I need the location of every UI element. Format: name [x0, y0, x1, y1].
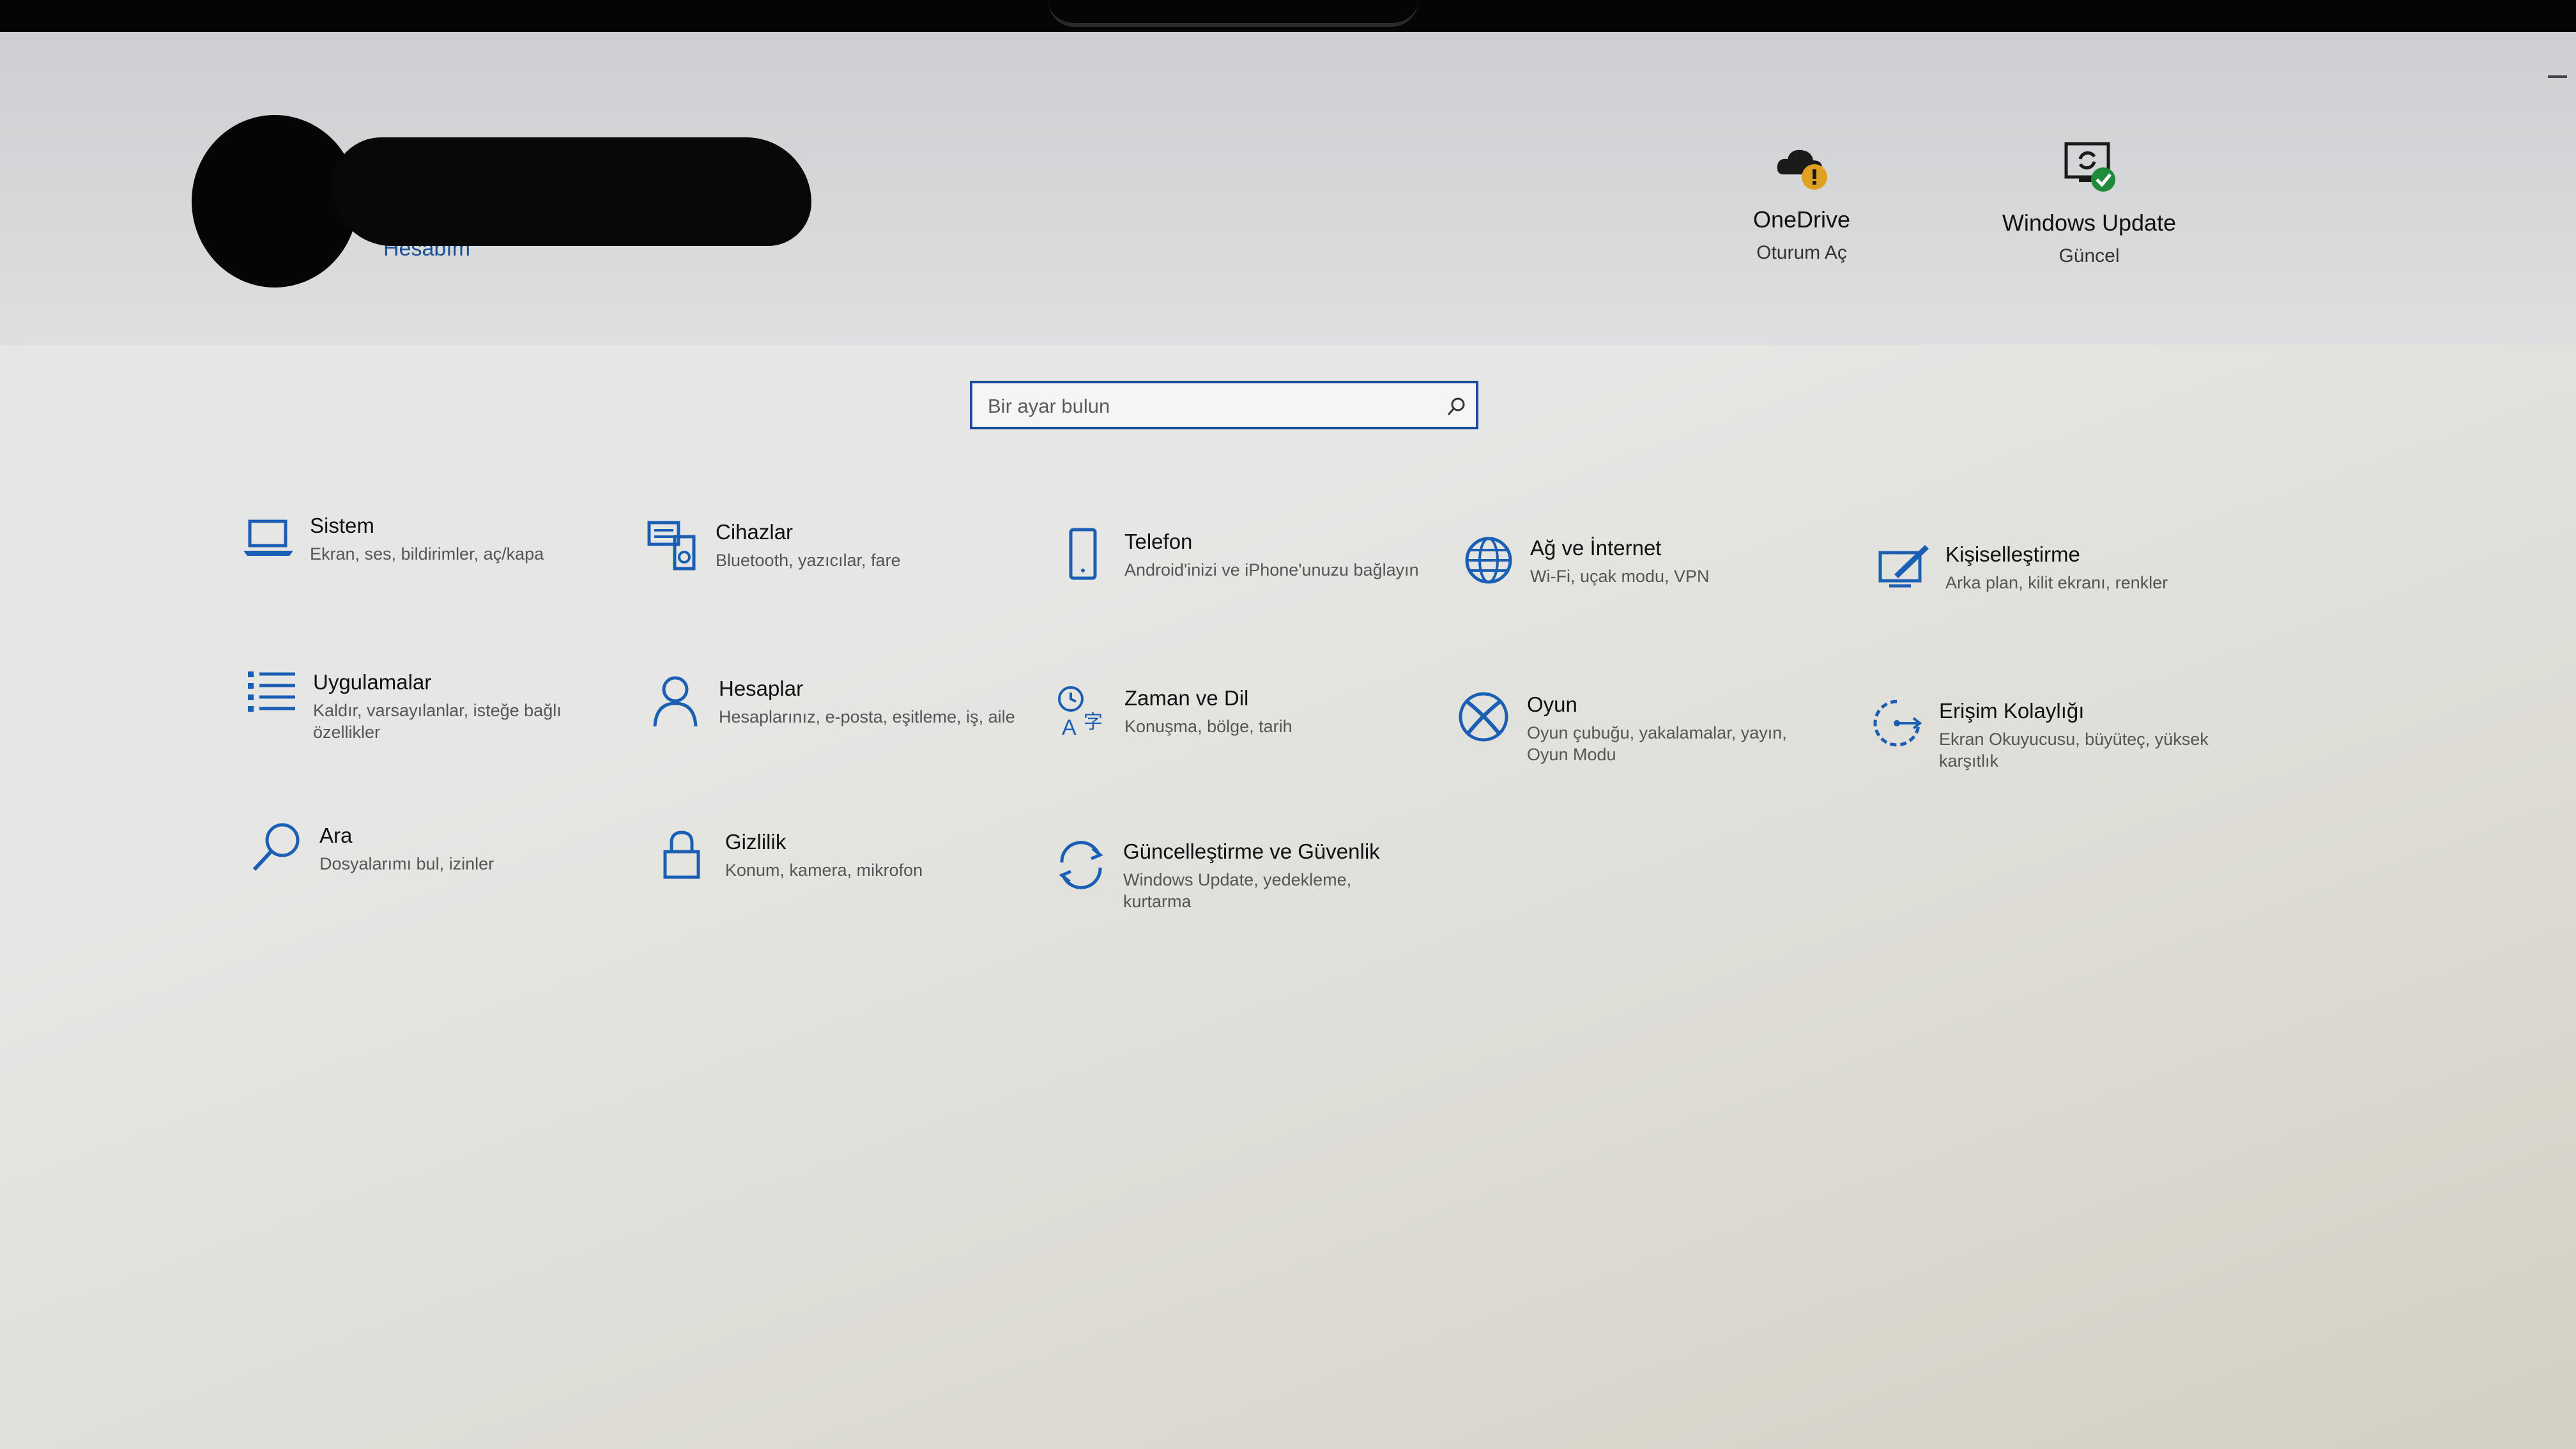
tile-description: Hesaplarınız, e-posta, eşitleme, iş, ail… — [719, 707, 1015, 726]
tile-title: Telefon — [1124, 530, 1193, 553]
tile-system[interactable]: Sistem Ekran, ses, bildirimler, aç/kapa — [240, 511, 623, 565]
tile-description: Arka plan, kilit ekranı, renkler — [1945, 573, 2168, 592]
windows-update-check-icon — [2064, 142, 2115, 192]
tile-description: Android'inizi ve iPhone'unuzu bağlayın — [1124, 560, 1419, 579]
tile-phone[interactable]: Telefon Android'inizi ve iPhone'unuzu ba… — [1054, 527, 1438, 585]
tile-description: Oyun çubuğu, yakalamalar, yayın, Oyun Mo… — [1527, 723, 1787, 764]
tile-description: Konuşma, bölge, tarih — [1124, 717, 1292, 736]
laptop-icon — [243, 519, 293, 556]
svg-text:字: 字 — [1084, 711, 1103, 733]
monitor-bezel — [0, 0, 2576, 32]
tile-description: Ekran Okuyucusu, büyüteç, yüksek karşıtl… — [1939, 730, 2209, 770]
webcam-housing — [1048, 0, 1418, 27]
personalization-icon — [1878, 545, 1929, 588]
minimize-button[interactable] — [2548, 75, 2567, 78]
windows-update-title: Windows Update — [2002, 210, 2177, 236]
tile-title: Uygulamalar — [313, 670, 432, 694]
tile-title: Sistem — [310, 514, 374, 537]
onedrive-warning-icon — [1777, 150, 1827, 190]
tile-ease-of-access[interactable]: Erişim Kolaylığı Ekran Okuyucusu, büyüte… — [1869, 696, 2252, 772]
redacted-user-name — [332, 137, 811, 246]
tile-description: Dosyalarımı bul, izinler — [319, 854, 494, 873]
tile-accounts[interactable]: Hesaplar Hesaplarınız, e-posta, eşitleme… — [648, 674, 1032, 728]
tile-description: Windows Update, yedekleme, kurtarma — [1123, 870, 1352, 911]
xbox-icon — [1459, 692, 1508, 742]
ease-of-access-icon — [1873, 700, 1922, 747]
tile-time-language[interactable]: A 字 Zaman ve Dil Konuşma, bölge, tarih — [1054, 684, 1438, 738]
search-input[interactable] — [986, 390, 1436, 423]
search-magnifier-icon — [252, 823, 300, 871]
search-icon[interactable] — [1445, 396, 1467, 418]
tile-title: Güncelleştirme ve Güvenlik — [1123, 839, 1380, 863]
svg-text:A: A — [1062, 716, 1077, 738]
tile-description: Kaldır, varsayılanlar, isteğe bağlı özel… — [313, 701, 562, 742]
tile-update-security[interactable]: Güncelleştirme ve Güvenlik Windows Updat… — [1053, 837, 1436, 912]
onedrive-subtitle: Oturum Aç — [1756, 242, 1847, 263]
tile-title: Cihazlar — [716, 520, 793, 544]
tile-description: Ekran, ses, bildirimler, aç/kapa — [310, 544, 544, 564]
person-icon — [653, 676, 698, 727]
lock-icon — [663, 831, 700, 879]
windows-update-subtitle: Güncel — [2058, 245, 2120, 266]
apps-list-icon — [248, 671, 295, 712]
tile-network[interactable]: Ağ ve İnternet Wi-Fi, uçak modu, VPN — [1460, 533, 1843, 588]
tile-personalization[interactable]: Kişiselleştirme Arka plan, kilit ekranı,… — [1875, 540, 2258, 594]
globe-icon — [1465, 537, 1512, 584]
tile-title: Ağ ve İnternet — [1530, 536, 1662, 560]
tile-title: Kişiselleştirme — [1945, 542, 2080, 566]
time-language-icon: A 字 — [1058, 686, 1103, 738]
tile-title: Ara — [319, 824, 353, 847]
phone-icon — [1069, 528, 1097, 580]
tile-description: Bluetooth, yazıcılar, fare — [716, 551, 901, 570]
tile-title: Zaman ve Dil — [1124, 686, 1249, 710]
tile-title: Oyun — [1527, 693, 1577, 716]
tile-description: Wi-Fi, uçak modu, VPN — [1530, 567, 1710, 586]
tile-search[interactable]: Ara Dosyalarımı bul, izinler — [249, 821, 632, 875]
tile-devices[interactable]: Cihazlar Bluetooth, yazıcılar, fare — [645, 518, 1029, 572]
windows-update-status[interactable]: Windows Update Güncel — [1987, 137, 2191, 267]
tile-title: Erişim Kolaylığı — [1939, 699, 2085, 723]
avatar[interactable] — [192, 115, 358, 288]
tile-privacy[interactable]: Gizlilik Konum, kamera, mikrofon — [655, 827, 1038, 882]
tile-description: Konum, kamera, mikrofon — [725, 861, 923, 880]
tile-apps[interactable]: Uygulamalar Kaldır, varsayılanlar, isteğ… — [243, 668, 626, 743]
onedrive-status[interactable]: OneDrive Oturum Aç — [1725, 137, 1878, 264]
tile-title: Hesaplar — [719, 677, 804, 700]
tile-title: Gizlilik — [725, 830, 786, 854]
settings-search-box[interactable] — [970, 381, 1478, 429]
onedrive-title: OneDrive — [1752, 206, 1851, 233]
tile-gaming[interactable]: Oyun Oyun çubuğu, yakalamalar, yayın, Oy… — [1457, 690, 1840, 765]
update-sync-icon — [1059, 841, 1103, 889]
devices-icon — [647, 521, 696, 571]
